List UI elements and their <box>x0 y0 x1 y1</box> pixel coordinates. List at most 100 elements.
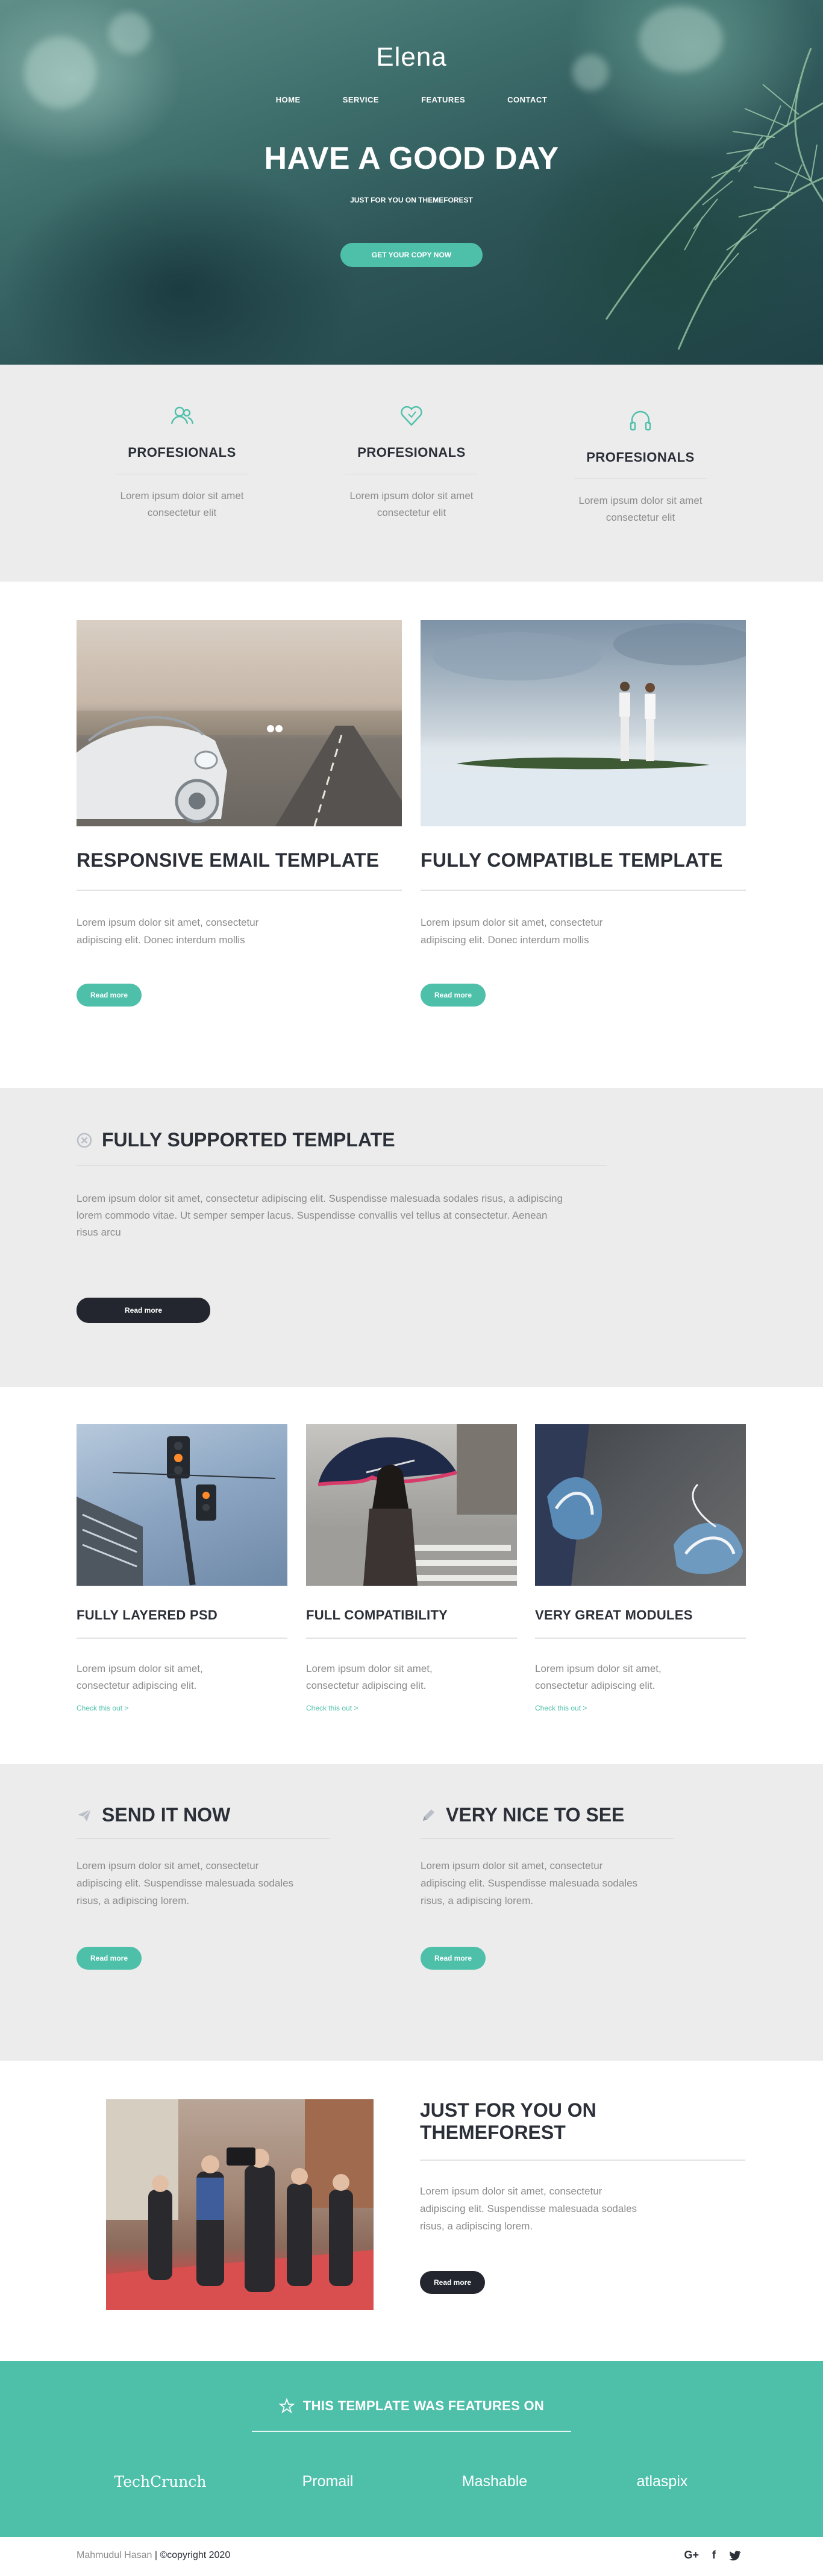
nav-features-link[interactable]: FEATURES <box>421 95 465 104</box>
divider <box>421 1838 674 1839</box>
divider <box>77 1165 607 1166</box>
card-title: FULLY LAYERED PSD <box>77 1607 218 1623</box>
divider <box>77 1638 287 1639</box>
featured-on-section: THIS TEMPLATE WAS FEATURES ON TechCrunch… <box>0 2361 823 2537</box>
page: Elena HOME SERVICE FEATURES CONTACT HAVE… <box>0 0 823 2575</box>
feature-text: Lorem ipsum dolor sit amet consectetur e… <box>578 495 703 523</box>
section-text: Lorem ipsum dolor sit amet, consectetur … <box>421 1860 638 1906</box>
nav-home-link[interactable]: HOME <box>276 95 301 104</box>
footer: Mahmudul Hasan | ©copyright 2020 G+ f <box>0 2537 823 2575</box>
section-heading: VERY NICE TO SEE <box>421 1804 674 1826</box>
divider <box>306 1638 517 1639</box>
read-more-button[interactable]: Read more <box>77 1947 142 1970</box>
check-this-out-link[interactable]: Check this out > <box>535 1704 746 1712</box>
card-text: Lorem ipsum dolor sit amet, consectetur … <box>77 917 259 946</box>
send-section: SEND IT NOW Lorem ipsum dolor sit amet, … <box>0 1764 823 2061</box>
feature-text: Lorem ipsum dolor sit amet consectetur e… <box>120 490 244 518</box>
divider <box>77 1838 330 1839</box>
feature-title: PROFESIONALS <box>357 445 466 460</box>
hero-section: Elena HOME SERVICE FEATURES CONTACT HAVE… <box>0 0 823 365</box>
sneakers-photo <box>535 1424 746 1586</box>
users-icon <box>171 406 194 424</box>
content-card: RESPONSIVE EMAIL TEMPLATE Lorem ipsum do… <box>77 620 402 1007</box>
card-title: FULL COMPATIBILITY <box>306 1607 448 1623</box>
section-heading: FULLY SUPPORTED TEMPLATE <box>77 1129 395 1151</box>
section-title: FULLY SUPPORTED TEMPLATE <box>102 1129 395 1151</box>
twitter-icon[interactable] <box>729 2550 741 2561</box>
paper-plane-icon <box>78 1808 92 1821</box>
check-this-out-link[interactable]: Check this out > <box>306 1704 517 1712</box>
headphones-icon <box>630 410 651 431</box>
read-more-button[interactable]: Read more <box>420 2271 485 2294</box>
section-title: THIS TEMPLATE WAS FEATURES ON <box>302 2398 545 2413</box>
read-more-button[interactable]: Read more <box>77 1298 210 1323</box>
read-more-button[interactable]: Read more <box>421 1947 486 1970</box>
promail-logo[interactable]: Promail <box>302 2473 354 2490</box>
features-section: PROFESIONALS Lorem ipsum dolor sit amet … <box>0 365 823 582</box>
check-this-out-link[interactable]: Check this out > <box>77 1704 287 1712</box>
content-card: FULLY LAYERED PSD Lorem ipsum dolor sit … <box>77 1424 287 1712</box>
pencil-icon <box>423 1809 434 1821</box>
send-column: SEND IT NOW Lorem ipsum dolor sit amet, … <box>77 1804 330 1970</box>
divider <box>77 890 402 891</box>
two-column-section: RESPONSIVE EMAIL TEMPLATE Lorem ipsum do… <box>0 582 823 1088</box>
divider <box>535 1638 746 1639</box>
umbrella-illustration <box>306 1424 517 1586</box>
hero-title: HAVE A GOOD DAY <box>264 141 559 176</box>
red-carpet-photo <box>106 2099 374 2310</box>
feature-item: PROFESIONALS Lorem ipsum dolor sit amet … <box>315 402 508 521</box>
copyright: ©copyright 2020 <box>160 2550 231 2560</box>
google-plus-icon[interactable]: G+ <box>684 2549 699 2562</box>
nav-contact-link[interactable]: CONTACT <box>507 95 547 104</box>
feature-item: PROFESIONALS Lorem ipsum dolor sit amet … <box>544 402 737 526</box>
star-icon <box>278 2398 295 2414</box>
divider <box>420 2160 745 2161</box>
themeforest-section: JUST FOR YOU ON THEMEFOREST Lorem ipsum … <box>0 2061 823 2361</box>
supported-section: FULLY SUPPORTED TEMPLATE Lorem ipsum dol… <box>0 1088 823 1387</box>
card-title: FULLY COMPATIBLE TEMPLATE <box>421 849 723 871</box>
copyright-text: Mahmudul Hasan | ©copyright 2020 <box>77 2550 230 2561</box>
mashable-logo[interactable]: Mashable <box>462 2473 527 2490</box>
couple-illustration <box>421 623 746 826</box>
section-title: SEND IT NOW <box>102 1804 231 1826</box>
feature-text: Lorem ipsum dolor sit amet consectetur e… <box>349 490 474 518</box>
techcrunch-logo[interactable]: TechCrunch <box>114 2473 206 2490</box>
separator: | <box>154 2550 158 2560</box>
feature-title: PROFESIONALS <box>586 450 695 465</box>
hero-content: Elena HOME SERVICE FEATURES CONTACT HAVE… <box>0 0 823 267</box>
author-name: Mahmudul Hasan <box>77 2550 152 2560</box>
card-title: RESPONSIVE EMAIL TEMPLATE <box>77 849 380 871</box>
card-text: Lorem ipsum dolor sit amet, consectetur … <box>306 1663 433 1691</box>
feature-item: PROFESIONALS Lorem ipsum dolor sit amet … <box>86 402 278 521</box>
car-photo <box>77 620 402 826</box>
content-card: VERY GREAT MODULES Lorem ipsum dolor sit… <box>535 1424 746 1712</box>
traffic-light-photo <box>77 1424 287 1586</box>
main-nav: HOME SERVICE FEATURES CONTACT <box>0 95 823 104</box>
read-more-button[interactable]: Read more <box>421 984 486 1007</box>
umbrella-girl-photo <box>306 1424 517 1586</box>
facebook-icon[interactable]: f <box>712 2549 716 2562</box>
divider <box>252 2431 571 2432</box>
read-more-button[interactable]: Read more <box>77 984 142 1007</box>
three-column-section: FULLY LAYERED PSD Lorem ipsum dolor sit … <box>0 1387 823 1764</box>
send-column: VERY NICE TO SEE Lorem ipsum dolor sit a… <box>421 1804 674 1970</box>
section-title: VERY NICE TO SEE <box>446 1804 625 1826</box>
section-heading: SEND IT NOW <box>77 1804 330 1826</box>
card-text: Lorem ipsum dolor sit amet, consectetur … <box>77 1663 203 1691</box>
section-text: Lorem ipsum dolor sit amet, consectetur … <box>77 1193 563 1238</box>
traffic-light-illustration <box>77 1436 276 1586</box>
feature-title: PROFESIONALS <box>128 445 236 460</box>
car-illustration <box>77 711 402 826</box>
get-copy-button[interactable]: GET YOUR COPY NOW <box>340 243 483 267</box>
card-text: Lorem ipsum dolor sit amet, consectetur … <box>535 1663 662 1691</box>
section-text: Lorem ipsum dolor sit amet, consectetur … <box>420 2185 637 2232</box>
couple-beach-photo <box>421 620 746 826</box>
nav-service-link[interactable]: SERVICE <box>343 95 379 104</box>
site-logo[interactable]: Elena <box>0 42 823 72</box>
section-title: JUST FOR YOU ON THEMEFOREST <box>420 2099 596 2143</box>
themeforest-text: JUST FOR YOU ON THEMEFOREST Lorem ipsum … <box>420 2099 745 2294</box>
atlaspix-logo[interactable]: atlaspix <box>637 2473 688 2490</box>
heart-icon <box>401 406 422 426</box>
social-links: G+ f <box>684 2549 741 2562</box>
crowd-illustration <box>106 2099 374 2310</box>
